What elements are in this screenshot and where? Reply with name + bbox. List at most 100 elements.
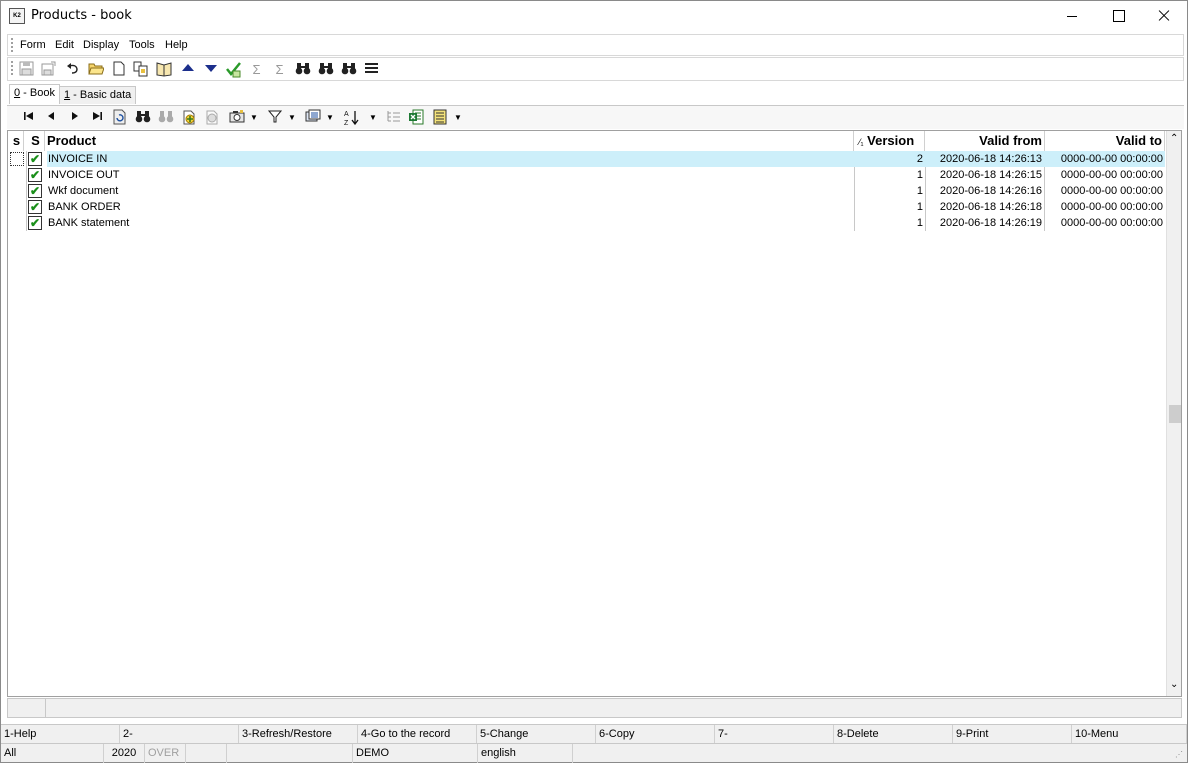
table-row[interactable]: ✔ Wkf document 1 2020-06-18 14:26:16 0000-00… xyxy=(8,183,1166,199)
products-grid: s S Product ⁄₁ Version Valid from Valid … xyxy=(7,130,1182,697)
table-row[interactable]: ✔ INVOICE IN 2 2020-06-18 14:26:13 0000-00-0… xyxy=(10,151,1165,167)
cell-version: 1 xyxy=(916,201,923,213)
fkey-7[interactable]: 7- xyxy=(715,725,834,744)
column-header-valid-from[interactable]: Valid from xyxy=(926,131,1045,151)
products-book-window: K2 Products - book Form Edit Display Too… xyxy=(0,0,1188,763)
menu-form[interactable]: Form xyxy=(20,39,46,51)
binoculars-icon[interactable] xyxy=(294,61,311,78)
hamburger-menu-icon[interactable] xyxy=(363,61,380,78)
tab-basic-data[interactable]: 1 - Basic data xyxy=(59,86,137,104)
tree-list-icon[interactable] xyxy=(384,109,401,126)
row-checkbox[interactable]: ✔ xyxy=(28,216,42,230)
toolbar-grip[interactable] xyxy=(11,61,13,75)
report-icon[interactable] xyxy=(431,109,448,126)
menu-tools[interactable]: Tools xyxy=(129,39,155,51)
row-checkbox[interactable]: ✔ xyxy=(28,168,42,182)
refresh-icon[interactable] xyxy=(111,109,128,126)
row-checkbox[interactable]: ✔ xyxy=(28,152,42,166)
arrow-down-icon[interactable] xyxy=(202,61,219,78)
table-row[interactable]: ✔ BANK statement 1 2020-06-18 14:26:19 0000-… xyxy=(8,215,1166,231)
sum-filter-icon[interactable]: Σ xyxy=(271,61,288,78)
snapshot-icon[interactable] xyxy=(228,109,245,126)
column-header-version[interactable]: ⁄₁ Version xyxy=(855,131,925,151)
sort-dropdown-icon[interactable]: ▼ xyxy=(369,110,377,126)
book-icon[interactable] xyxy=(155,61,172,78)
filter-dropdown-icon[interactable]: ▼ xyxy=(288,110,296,126)
status-empty-1 xyxy=(186,744,227,763)
fkey-9-print[interactable]: 9-Print xyxy=(953,725,1072,744)
filter-icon[interactable] xyxy=(266,109,283,126)
status-year: 2020 xyxy=(104,744,145,763)
snapshot-dropdown-icon[interactable]: ▼ xyxy=(250,110,258,126)
binoculars-settings-icon[interactable] xyxy=(340,61,357,78)
cell-product: INVOICE IN xyxy=(48,153,108,165)
fkey-5-change[interactable]: 5-Change xyxy=(477,725,596,744)
copy-document-icon[interactable] xyxy=(132,61,149,78)
check-tree-icon[interactable] xyxy=(225,61,242,78)
tab-book-label: - Book xyxy=(20,87,55,99)
tab-book[interactable]: 0 - Book xyxy=(9,84,60,104)
column-header-valid-to[interactable]: Valid to xyxy=(1045,131,1165,151)
fkey-8-delete[interactable]: 8-Delete xyxy=(834,725,953,744)
undo-icon[interactable] xyxy=(64,61,81,78)
open-folder-icon[interactable] xyxy=(87,61,105,78)
remove-favorite-icon[interactable] xyxy=(203,109,220,126)
row-checkbox[interactable]: ✔ xyxy=(28,184,42,198)
scrollbar-thumb[interactable] xyxy=(1169,405,1181,423)
cell-valid-from: 2020-06-18 14:26:18 xyxy=(939,201,1042,213)
sort-ascending-icon: ⁄₁ xyxy=(859,137,864,147)
grid-toolbar: ▼ ▼ ▼ AZ ▼ ▼ xyxy=(7,105,1184,129)
minimize-button[interactable] xyxy=(1049,1,1095,31)
fkey-6-copy[interactable]: 6-Copy xyxy=(596,725,715,744)
add-favorite-icon[interactable] xyxy=(180,109,197,126)
find-next-icon[interactable] xyxy=(157,109,174,126)
columns-icon[interactable] xyxy=(304,109,321,126)
menu-help[interactable]: Help xyxy=(165,39,188,51)
column-header-product[interactable]: Product xyxy=(46,131,854,151)
report-dropdown-icon[interactable]: ▼ xyxy=(454,110,462,126)
tab-strip: 0 - Book 1 - Basic data xyxy=(7,84,1184,104)
cell-valid-from: 2020-06-18 14:26:13 xyxy=(939,153,1042,165)
row-focus-indicator xyxy=(10,152,24,166)
menu-edit[interactable]: Edit xyxy=(55,39,74,51)
table-row[interactable]: ✔ BANK ORDER 1 2020-06-18 14:26:18 0000-00-0… xyxy=(8,199,1166,215)
previous-record-icon[interactable] xyxy=(42,109,59,126)
fkey-10-menu[interactable]: 10-Menu xyxy=(1072,725,1187,744)
arrow-up-icon[interactable] xyxy=(179,61,196,78)
column-header-s-upper[interactable]: S xyxy=(27,131,45,151)
excel-export-icon[interactable] xyxy=(407,109,424,126)
fkey-4-goto-record[interactable]: 4-Go to the record xyxy=(358,725,477,744)
next-record-icon[interactable] xyxy=(66,109,83,126)
resize-grip-icon[interactable]: ⋰ xyxy=(1175,750,1185,760)
save-as-icon[interactable] xyxy=(40,61,57,78)
table-row[interactable]: ✔ INVOICE OUT 1 2020-06-18 14:26:15 0000-00-… xyxy=(8,167,1166,183)
fkey-1-help[interactable]: 1-Help xyxy=(1,725,120,744)
app-icon: K2 xyxy=(9,8,25,24)
maximize-button[interactable] xyxy=(1095,1,1141,31)
status-empty-2 xyxy=(227,744,353,763)
vertical-scrollbar[interactable]: ⌃ ⌄ xyxy=(1166,131,1181,696)
column-header-s-lower[interactable]: s xyxy=(10,131,24,151)
binoculars-next-icon[interactable] xyxy=(317,61,334,78)
sort-az-icon[interactable]: AZ xyxy=(343,109,360,127)
last-record-icon[interactable] xyxy=(88,109,105,126)
fkey-3-refresh[interactable]: 3-Refresh/Restore xyxy=(239,725,358,744)
cell-valid-to: 0000-00-00 00:00:00 xyxy=(1060,201,1163,213)
scroll-down-icon[interactable]: ⌄ xyxy=(1170,679,1178,690)
save-icon[interactable] xyxy=(18,61,35,78)
close-button[interactable] xyxy=(1141,1,1187,31)
menu-display[interactable]: Display xyxy=(83,39,119,51)
columns-dropdown-icon[interactable]: ▼ xyxy=(326,110,334,126)
menu-grip[interactable] xyxy=(11,38,13,52)
status-database: DEMO xyxy=(353,744,478,763)
sum-icon[interactable]: Σ xyxy=(248,61,265,78)
cell-valid-to: 0000-00-00 00:00:00 xyxy=(1060,153,1163,165)
cell-valid-to: 0000-00-00 00:00:00 xyxy=(1060,217,1163,229)
find-icon[interactable] xyxy=(134,109,151,126)
fkey-2[interactable]: 2- xyxy=(120,725,239,744)
row-checkbox[interactable]: ✔ xyxy=(28,200,42,214)
new-document-icon[interactable] xyxy=(110,61,127,78)
status-bar: All 2020 OVER DEMO english ⋰ xyxy=(1,743,1187,763)
scroll-up-icon[interactable]: ⌃ xyxy=(1170,133,1178,144)
first-record-icon[interactable] xyxy=(20,109,37,126)
